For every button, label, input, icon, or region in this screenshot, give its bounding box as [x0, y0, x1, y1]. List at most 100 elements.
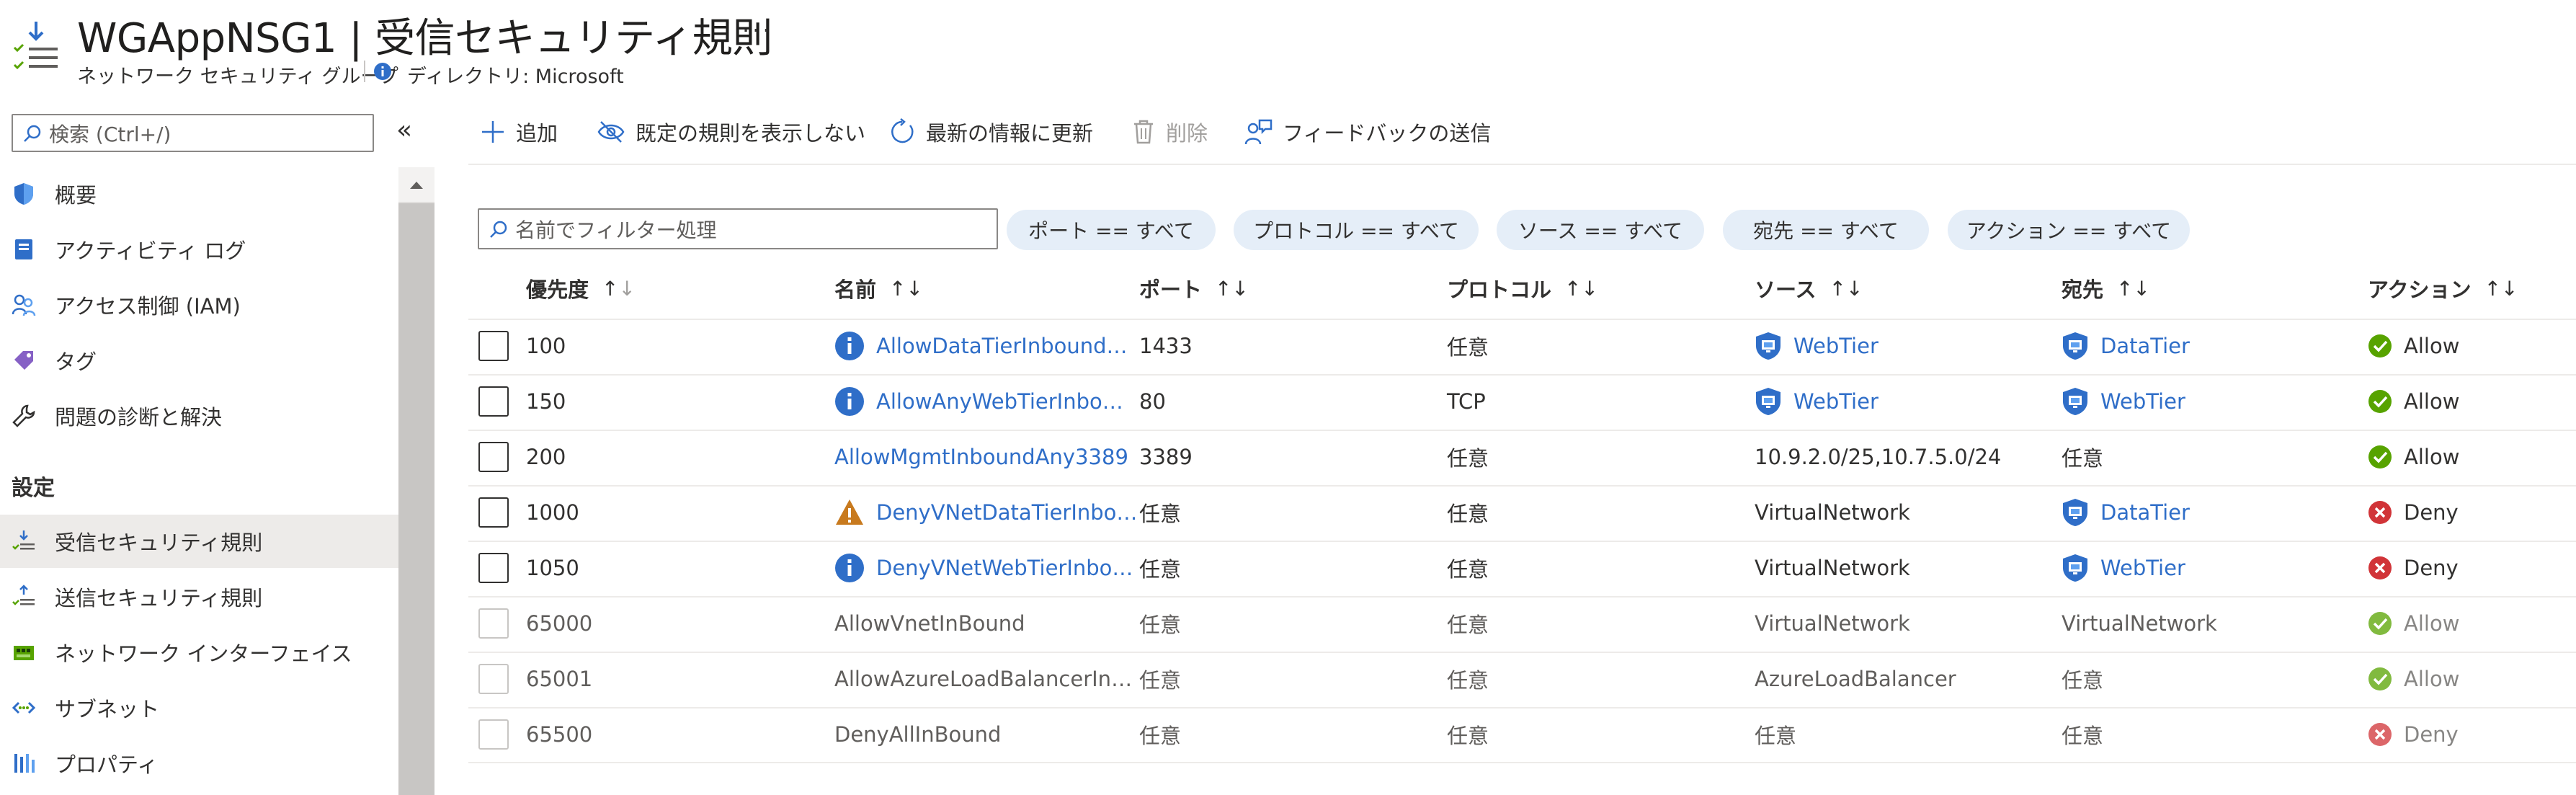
sidebar-item-outbound-rules[interactable]: 送信セキュリティ規則: [0, 570, 398, 623]
row-checkbox[interactable]: [478, 442, 509, 472]
column-header-destination[interactable]: 宛先 ↑↓: [2062, 274, 2150, 303]
filter-pill-source[interactable]: ソース == すべて: [1497, 210, 1704, 250]
hide-default-rules-button[interactable]: 既定の規則を表示しない: [597, 112, 865, 152]
rule-name-link[interactable]: DenyVNetDataTierInbo…: [834, 498, 1137, 527]
sidebar-item-activity-log[interactable]: アクティビティ ログ: [0, 223, 398, 276]
column-header-protocol[interactable]: プロトコル ↑↓: [1447, 274, 1598, 303]
resource-icon: [10, 19, 62, 71]
delete-button[interactable]: 削除: [1131, 112, 1208, 152]
rule-name-link: AllowVnetInBound: [834, 609, 1025, 638]
row-checkbox[interactable]: [478, 386, 509, 417]
destination-value: 任意: [2062, 668, 2104, 693]
priority-cell: 1050: [526, 554, 579, 582]
application-security-group-icon: [1755, 386, 1782, 417]
source-cell: 任意: [1755, 720, 1796, 749]
priority-cell: 1000: [526, 498, 579, 527]
destination-cell[interactable]: DataTier: [2062, 498, 2190, 527]
wrench-icon: [12, 404, 35, 427]
source-cell[interactable]: WebTier: [1755, 387, 1878, 416]
row-checkbox: [478, 719, 509, 750]
feedback-button[interactable]: フィードバックの送信: [1244, 112, 1491, 152]
sidebar-item-label: 問題の診断と解決: [55, 405, 223, 430]
sidebar-item-tags[interactable]: タグ: [0, 334, 398, 387]
scrollbar-thumb[interactable]: [398, 203, 434, 795]
action-value: Allow: [2404, 667, 2460, 691]
row-divider: [468, 596, 2576, 598]
scroll-up-button[interactable]: [398, 167, 434, 202]
rule-name-link[interactable]: AllowAnyWebTierInbo…: [834, 387, 1123, 416]
rule-name-link[interactable]: DenyVNetWebTierInbo…: [834, 554, 1133, 582]
priority-value: 200: [526, 445, 566, 469]
add-button[interactable]: 追加: [480, 112, 558, 152]
sidebar-item-properties[interactable]: プロパティ: [0, 737, 398, 790]
port-value: 1433: [1139, 334, 1193, 358]
sidebar-search-placeholder: 検索 (Ctrl+/): [49, 122, 171, 146]
row-checkbox[interactable]: [478, 497, 509, 528]
rule-name: DenyVNetDataTierInbo…: [876, 500, 1138, 525]
filter-pill-destination[interactable]: 宛先 == すべて: [1723, 210, 1929, 250]
column-header-name[interactable]: 名前 ↑↓: [834, 274, 923, 303]
source-cell: VirtualNetwork: [1755, 498, 1910, 527]
destination-cell: 任意: [2062, 665, 2103, 693]
action-value: Allow: [2404, 611, 2460, 636]
priority-cell: 65000: [526, 609, 592, 638]
refresh-button[interactable]: 最新の情報に更新: [888, 112, 1093, 152]
destination-cell[interactable]: WebTier: [2062, 554, 2185, 582]
destination-value: WebTier: [2100, 389, 2185, 414]
filter-pill-protocol[interactable]: プロトコル == すべて: [1234, 210, 1479, 250]
sidebar-item-inbound-rules[interactable]: 受信セキュリティ規則: [0, 515, 398, 568]
protocol-cell: 任意: [1447, 609, 1489, 638]
check-circle-icon: [2368, 334, 2392, 358]
destination-cell[interactable]: WebTier: [2062, 387, 2185, 416]
column-header-priority[interactable]: 優先度 ↑↓: [526, 274, 636, 303]
action-value: Allow: [2404, 334, 2460, 358]
action-cell: Deny: [2368, 554, 2459, 582]
properties-icon: [14, 754, 35, 773]
row-checkbox[interactable]: [478, 553, 509, 583]
collapse-sidebar-button[interactable]: «: [396, 115, 412, 145]
action-value: Allow: [2404, 445, 2460, 469]
source-value: VirtualNetwork: [1755, 611, 1910, 636]
column-header-action[interactable]: アクション ↑↓: [2368, 274, 2518, 303]
application-security-group-icon: [1755, 331, 1782, 361]
priority-value: 65000: [526, 611, 593, 636]
filter-pill-port[interactable]: ポート == すべて: [1007, 210, 1216, 250]
rule-name: AllowDataTierInbound…: [876, 334, 1128, 358]
source-value: WebTier: [1793, 389, 1878, 414]
port-cell: 任意: [1139, 498, 1181, 527]
source-value: 任意: [1755, 724, 1797, 748]
priority-value: 65500: [526, 722, 593, 747]
protocol-cell: 任意: [1447, 498, 1489, 527]
sidebar-item-network-interfaces[interactable]: ネットワーク インターフェイス: [0, 626, 398, 679]
protocol-value: 任意: [1447, 668, 1489, 693]
destination-value: 任意: [2062, 446, 2104, 471]
sidebar-search-input[interactable]: 検索 (Ctrl+/): [12, 114, 374, 152]
port-value: 任意: [1139, 724, 1182, 748]
filter-by-name-input[interactable]: 名前でフィルター処理: [478, 208, 998, 249]
more-actions-button[interactable]: ...: [742, 10, 773, 37]
sidebar-item-overview[interactable]: 概要: [0, 167, 398, 221]
people-icon: [12, 294, 36, 316]
row-checkbox[interactable]: [478, 331, 509, 361]
filter-pill-action[interactable]: アクション == すべて: [1948, 210, 2190, 250]
column-header-label: 名前: [834, 277, 877, 302]
sidebar-item-label: ネットワーク インターフェイス: [55, 641, 352, 666]
hide-eye-icon: [597, 121, 625, 143]
check-circle-icon: [2368, 667, 2392, 691]
protocol-value: 任意: [1447, 613, 1489, 637]
sidebar-item-diagnose[interactable]: 問題の診断と解決: [0, 389, 398, 443]
rule-name-link[interactable]: AllowDataTierInbound…: [834, 332, 1128, 360]
protocol-value: 任意: [1447, 724, 1489, 748]
sidebar-item-access-control[interactable]: アクセス制御 (IAM): [0, 278, 398, 332]
sidebar-item-subnets[interactable]: サブネット: [0, 681, 398, 734]
sidebar-item-label: プロパティ: [55, 752, 159, 777]
rule-name-link[interactable]: AllowMgmtInboundAny3389: [834, 443, 1128, 471]
protocol-cell: 任意: [1447, 554, 1489, 582]
destination-cell[interactable]: DataTier: [2062, 332, 2190, 360]
source-cell[interactable]: WebTier: [1755, 332, 1878, 360]
destination-value: VirtualNetwork: [2062, 611, 2217, 636]
sidebar-item-label: 受信セキュリティ規則: [55, 530, 263, 555]
column-header-source[interactable]: ソース ↑↓: [1755, 274, 1863, 303]
column-header-port[interactable]: ポート ↑↓: [1139, 274, 1249, 303]
add-button-label: 追加: [516, 121, 558, 146]
